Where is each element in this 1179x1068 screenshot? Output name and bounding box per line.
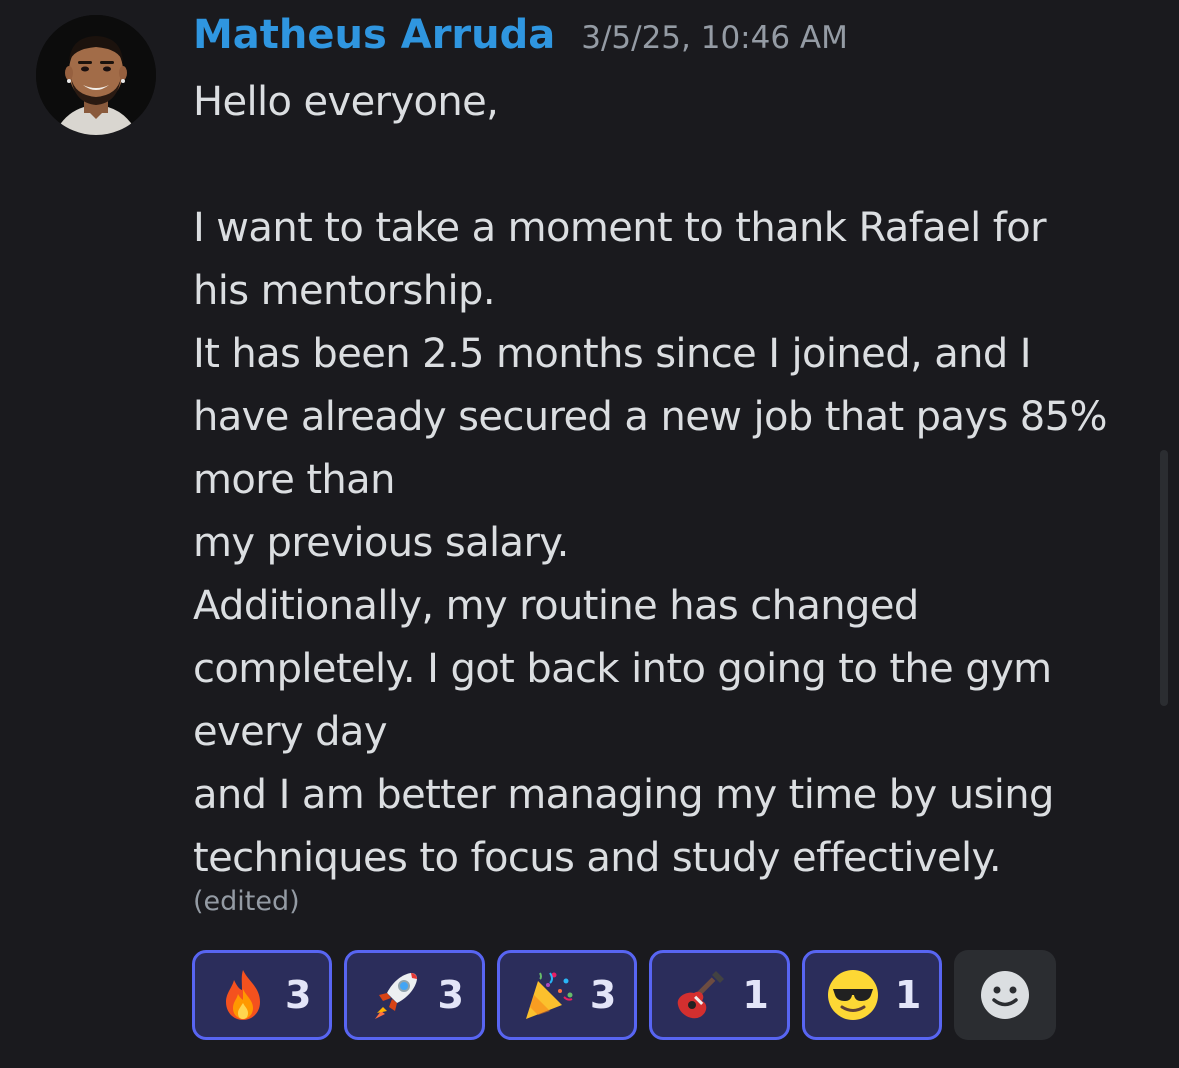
reaction-count: 1 (742, 973, 769, 1017)
reaction-party-popper[interactable]: 3 (496, 950, 638, 1040)
message-line: my previous salary. (193, 520, 569, 566)
message-timestamp[interactable]: 3/5/25, 10:46 AM (581, 20, 848, 56)
message-line: Hello everyone, (193, 79, 499, 125)
reaction-count: 3 (589, 973, 617, 1017)
author-name[interactable]: Matheus Arruda (193, 12, 555, 58)
message-line: Additionally, my routine has changed (193, 583, 919, 629)
message-line: It has been 2.5 months since I joined, a… (193, 331, 1032, 377)
reaction-fire[interactable]: 3 (192, 950, 333, 1040)
message-line: completely. I got back into going to the… (193, 646, 1052, 692)
reaction-count: 1 (894, 973, 922, 1017)
message-line: I want to take a moment to thank Rafael … (193, 205, 1047, 251)
message-header: Matheus Arruda 3/5/25, 10:46 AM (193, 12, 848, 66)
party-popper-emoji-icon (525, 972, 573, 1019)
reaction-guitar[interactable]: 1 (649, 950, 790, 1040)
guitar-emoji-icon (678, 971, 725, 1019)
message-line: every day (193, 709, 388, 755)
message-line: techniques to focus and study effectivel… (193, 835, 1002, 881)
fire-emoji-icon (226, 970, 260, 1020)
add-reaction-button[interactable] (954, 950, 1057, 1040)
message-line: more than (193, 457, 395, 503)
chat-message: Matheus Arruda 3/5/25, 10:46 AM Hello ev… (0, 0, 1179, 1068)
rocket-emoji-icon (375, 973, 418, 1019)
reaction-rocket[interactable]: 3 (344, 950, 485, 1040)
message-line: and I am better managing my time by usin… (193, 772, 1054, 818)
reaction-count: 3 (285, 973, 312, 1017)
message-line: his mentorship. (193, 268, 496, 314)
reaction-count: 3 (437, 973, 464, 1017)
smiley-add-reaction-icon (981, 971, 1030, 1019)
avatar[interactable] (36, 15, 156, 135)
reactions-bar: 3 3 3 1 1 (192, 950, 1057, 1040)
scrollbar[interactable] (1160, 450, 1168, 706)
sunglasses-face-emoji-icon (827, 970, 878, 1020)
message-body: Hello everyone, I want to take a moment … (193, 71, 1153, 890)
edited-label: (edited) (193, 886, 300, 917)
avatar-photo (36, 15, 156, 135)
message-line-blank (193, 134, 1153, 197)
reaction-sunglasses[interactable]: 1 (801, 950, 943, 1040)
message-line: have already secured a new job that pays… (193, 394, 1108, 440)
